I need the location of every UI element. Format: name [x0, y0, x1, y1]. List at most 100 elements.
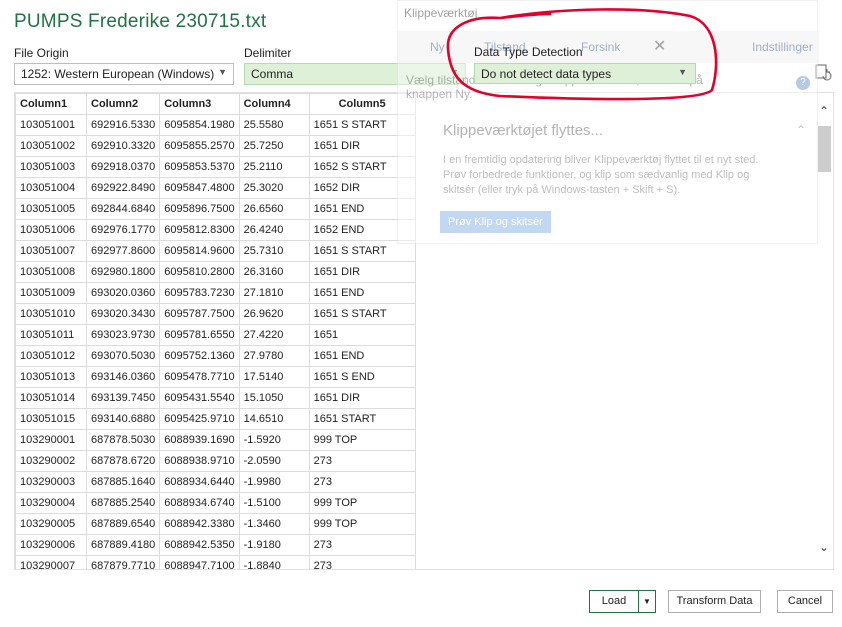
table-cell: 692922.8490: [85, 177, 161, 199]
table-cell: -2.0590: [238, 450, 310, 472]
notice-title: Klippeværktøjet flyttes...: [443, 122, 604, 139]
table-cell: 14.6510: [238, 408, 310, 430]
file-origin-select[interactable]: 1252: Western European (Windows) ▼: [14, 63, 234, 85]
table-cell: 103051001: [15, 114, 87, 136]
table-cell: 6088947.7100: [159, 555, 240, 569]
transform-data-button[interactable]: Transform Data: [668, 590, 761, 613]
table-row: 103051013 693146.0360 6095478.7710 17.5140 1…: [15, 366, 416, 388]
settings-button[interactable]: Indstillinger: [752, 40, 813, 54]
table-cell: 273: [308, 534, 416, 556]
table-cell: 103290007: [15, 555, 87, 569]
table-cell: 103290003: [15, 471, 87, 493]
try-snip-sketch-button[interactable]: Prøv Klip og skitsér: [440, 211, 551, 233]
table-cell: 6095855.2570: [159, 135, 240, 157]
power-query-import-dialog: PUMPS Frederike 230715.txt File Origin 1…: [0, 0, 842, 627]
file-origin-value: 1252: Western European (Windows): [21, 67, 215, 81]
table-cell: 25.2110: [238, 156, 310, 178]
table-cell: 1651 END: [308, 282, 416, 304]
table-cell: 17.5140: [238, 366, 310, 388]
table-cell: 693146.0360: [85, 366, 161, 388]
table-cell: 692980.1800: [85, 261, 161, 283]
table-cell: 1651 DIR: [308, 261, 416, 283]
table-row: 103051014 693139.7450 6095431.5540 15.1050 1…: [15, 387, 416, 409]
table-cell: 6095814.9600: [159, 240, 240, 262]
table-cell: -1.5920: [238, 429, 310, 451]
table-cell: 103290005: [15, 513, 87, 535]
table-cell: 693070.5030: [85, 345, 161, 367]
table-cell: 6095787.7500: [159, 303, 240, 325]
table-cell: 27.9780: [238, 345, 310, 367]
scrollbar-thumb[interactable]: [818, 126, 831, 172]
table-row: 103051001 692916.5330 6095854.1980 25.5580 1…: [15, 114, 416, 136]
snipping-tool-title: Klippeværktøj: [404, 6, 478, 20]
table-cell: 6088934.6440: [159, 471, 240, 493]
chevron-up-icon[interactable]: ⌃: [796, 123, 806, 137]
table-cell: 103051013: [15, 366, 87, 388]
vertical-scrollbar[interactable]: ⌃ ⌄: [816, 104, 833, 554]
table-cell: 15.1050: [238, 387, 310, 409]
table-cell: 692918.0370: [85, 156, 161, 178]
new-snip-button[interactable]: Ny: [430, 40, 445, 54]
table-cell: 6095847.4800: [159, 177, 240, 199]
table-cell: 27.4220: [238, 324, 310, 346]
table-row: 103051009 693020.0360 6095783.7230 27.1810 1…: [15, 282, 416, 304]
table-cell: 999 TOP: [308, 492, 416, 514]
table-cell: 273: [308, 471, 416, 493]
table-cell: 6095783.7230: [159, 282, 240, 304]
table-row: 103051004 692922.8490 6095847.4800 25.3020 1…: [15, 177, 416, 199]
table-cell: 687878.5030: [85, 429, 161, 451]
table-cell: 6095431.5540: [159, 387, 240, 409]
table-cell: 1651: [308, 324, 416, 346]
table-cell: 26.3160: [238, 261, 310, 283]
table-cell: 103290002: [15, 450, 87, 472]
table-cell: 103051008: [15, 261, 87, 283]
table-row: 103290006 687889.4180 6088942.5350 -1.9180 2…: [15, 534, 416, 556]
table-cell: 999 TOP: [308, 513, 416, 535]
table-cell: -1.9180: [238, 534, 310, 556]
table-cell: 692976.1770: [85, 219, 161, 241]
load-button[interactable]: Load: [589, 590, 639, 613]
table-cell: 6095896.7500: [159, 198, 240, 220]
chevron-up-icon[interactable]: ⌃: [819, 104, 829, 118]
table-cell: 6095752.1360: [159, 345, 240, 367]
table-cell: 27.1810: [238, 282, 310, 304]
delay-button[interactable]: Forsink: [581, 40, 620, 54]
table-cell: 6088942.5350: [159, 534, 240, 556]
window-title: PUMPS Frederike 230715.txt: [14, 11, 267, 32]
table-cell: 693020.0360: [85, 282, 161, 304]
table-cell: 687878.6720: [85, 450, 161, 472]
data-type-detection-select[interactable]: Do not detect data types ▼: [474, 63, 696, 84]
close-icon[interactable]: ✕: [653, 36, 666, 56]
table-cell: 103290006: [15, 534, 87, 556]
table-cell: 1651 S START: [308, 303, 416, 325]
table-cell: 692844.6840: [85, 198, 161, 220]
table-cell: 6088942.3380: [159, 513, 240, 535]
table-cell: 26.9620: [238, 303, 310, 325]
table-row: 103051006 692976.1770 6095812.8300 26.4240 1…: [15, 219, 416, 241]
table-cell: 25.3020: [238, 177, 310, 199]
table-cell: 6088938.9710: [159, 450, 240, 472]
table-cell: 687889.6540: [85, 513, 161, 535]
table-cell: 687885.1640: [85, 471, 161, 493]
table-cell: 692910.3320: [85, 135, 161, 157]
table-cell: 1651 END: [308, 345, 416, 367]
table-cell: 103051002: [15, 135, 87, 157]
table-row: 103051015 693140.6880 6095425.9710 14.6510 1…: [15, 408, 416, 430]
table-cell: 692916.5330: [85, 114, 161, 136]
table-cell: 103290004: [15, 492, 87, 514]
table-cell: 1651 START: [308, 408, 416, 430]
table-cell: 693140.6880: [85, 408, 161, 430]
table-row: 103051008 692980.1800 6095810.2800 26.3160 1…: [15, 261, 416, 283]
cancel-button[interactable]: Cancel: [777, 590, 833, 613]
table-cell: 103051011: [15, 324, 87, 346]
help-icon[interactable]: ?: [796, 76, 810, 90]
chevron-down-icon[interactable]: ⌄: [819, 540, 829, 554]
table-cell: 103290001: [15, 429, 87, 451]
table-body: 103051001 692916.5330 6095854.1980 25.5580 1…: [15, 114, 416, 569]
data-type-detection-label: Data Type Detection: [474, 45, 583, 59]
load-dropdown-button[interactable]: ▼: [638, 590, 656, 613]
table-cell: 26.6560: [238, 198, 310, 220]
table-cell: 692977.8600: [85, 240, 161, 262]
table-row: 103290004 687885.2540 6088934.6740 -1.5100 9…: [15, 492, 416, 514]
column-header: Column3: [159, 93, 240, 115]
